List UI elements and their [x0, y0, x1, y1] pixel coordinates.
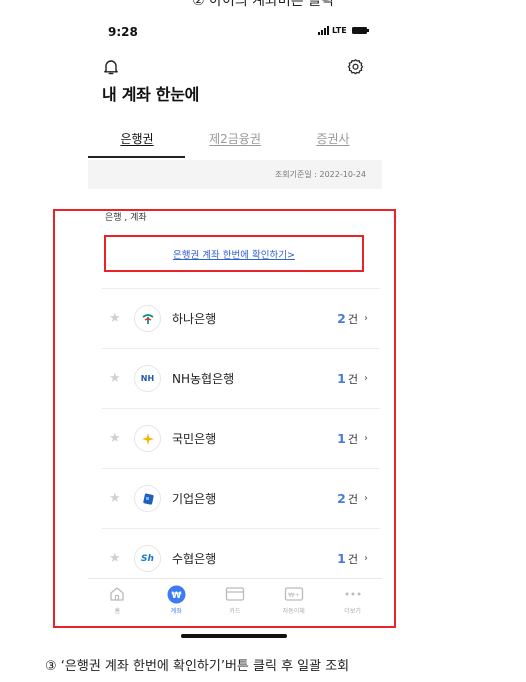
account-count: 1 건: [337, 430, 358, 446]
account-summary: 은행 , 계좌: [105, 213, 147, 223]
network-label: LTE: [332, 26, 347, 35]
more-icon: [344, 584, 362, 604]
chevron-right-icon: ›: [364, 553, 368, 564]
top-caption: ② 아이의 계좌버튼 클릭: [192, 0, 334, 9]
svg-text:₩: ₩: [171, 591, 181, 601]
chevron-right-icon: ›: [364, 493, 368, 504]
bank-row[interactable]: ★ 기업은행 2 건 ›: [102, 468, 380, 528]
tabbar-label: 자동이체: [282, 608, 305, 615]
star-icon[interactable]: ★: [109, 491, 121, 506]
hana-bank-logo-icon: [134, 305, 161, 332]
nh-bank-logo-icon: NH: [134, 365, 161, 392]
date-bar: 조회기준일 : 2022-10-24: [88, 160, 382, 189]
kb-bank-logo-icon: [134, 425, 161, 452]
bank-name: NH농협은행: [172, 372, 235, 386]
battery-icon: [351, 27, 369, 34]
status-indicators: LTE: [318, 26, 369, 35]
card-icon: [225, 584, 245, 604]
bank-name: 하나은행: [172, 312, 217, 326]
chevron-right-icon: ›: [364, 313, 368, 324]
svg-text:₩+: ₩+: [288, 591, 300, 599]
won-icon: ₩: [167, 584, 186, 604]
confirm-highlight-box: 은행권 계좌 한번에 확인하기>: [104, 235, 364, 272]
sh-bank-logo-icon: Sh: [134, 545, 161, 572]
bank-name: 기업은행: [172, 492, 217, 506]
bank-list: ★ 하나은행 2 건 › ★ NH NH농협은행 1 건 › ★ 국민은행 1 …: [102, 288, 380, 588]
star-icon[interactable]: ★: [109, 311, 121, 326]
page-title: 내 계좌 한눈에: [102, 85, 200, 104]
account-count: 1 건: [337, 370, 358, 386]
account-count: 1 건: [337, 550, 358, 566]
home-icon: [108, 584, 126, 604]
bank-name: 국민은행: [172, 432, 217, 446]
tab-banks[interactable]: 은행권: [88, 126, 186, 160]
gear-icon[interactable]: [346, 58, 365, 81]
ibk-bank-logo-icon: [134, 485, 161, 512]
active-tab-indicator: [88, 156, 185, 158]
check-all-accounts-button[interactable]: 은행권 계좌 한번에 확인하기>: [173, 247, 295, 261]
tab-securities[interactable]: 증권사: [284, 126, 382, 160]
bottom-caption: ③ ‘은행권 계좌 한번에 확인하기’버튼 클릭 후 일괄 조회: [45, 659, 350, 674]
status-time: 9:28: [108, 25, 138, 39]
chevron-right-icon: ›: [364, 373, 368, 384]
bank-name: 수협은행: [172, 552, 217, 566]
tabbar-accounts[interactable]: ₩ 계좌: [147, 579, 206, 621]
tabbar-label: 카드: [229, 608, 241, 615]
tab-secondary-finance[interactable]: 제2금융권: [186, 126, 284, 160]
star-icon[interactable]: ★: [109, 551, 121, 566]
tabbar-card[interactable]: 카드: [206, 579, 265, 621]
query-date: 조회기준일 : 2022-10-24: [274, 170, 366, 179]
institution-tabs: 은행권 제2금융권 증권사: [88, 126, 382, 160]
tabbar-label: 더보기: [344, 608, 361, 615]
bank-row[interactable]: ★ NH NH농협은행 1 건 ›: [102, 348, 380, 408]
signal-icon: [318, 26, 329, 35]
tabbar-label: 계좌: [170, 608, 182, 615]
bank-row[interactable]: ★ 국민은행 1 건 ›: [102, 408, 380, 468]
bottom-tab-bar: 홈 ₩ 계좌 카드 ₩+ 자동이체 더보기: [88, 578, 382, 621]
transfer-icon: ₩+: [284, 584, 304, 604]
account-count: 2 건: [337, 490, 358, 506]
star-icon[interactable]: ★: [109, 371, 121, 386]
bell-icon[interactable]: [102, 58, 120, 80]
tabbar-label: 홈: [114, 608, 121, 615]
account-count: 2 건: [337, 310, 358, 326]
tabbar-auto-transfer[interactable]: ₩+ 자동이체: [264, 579, 323, 621]
tabbar-more[interactable]: 더보기: [323, 579, 382, 621]
chevron-right-icon: ›: [364, 433, 368, 444]
bank-row[interactable]: ★ 하나은행 2 건 ›: [102, 288, 380, 348]
star-icon[interactable]: ★: [109, 431, 121, 446]
home-indicator: [181, 634, 287, 638]
tabbar-home[interactable]: 홈: [88, 579, 147, 621]
